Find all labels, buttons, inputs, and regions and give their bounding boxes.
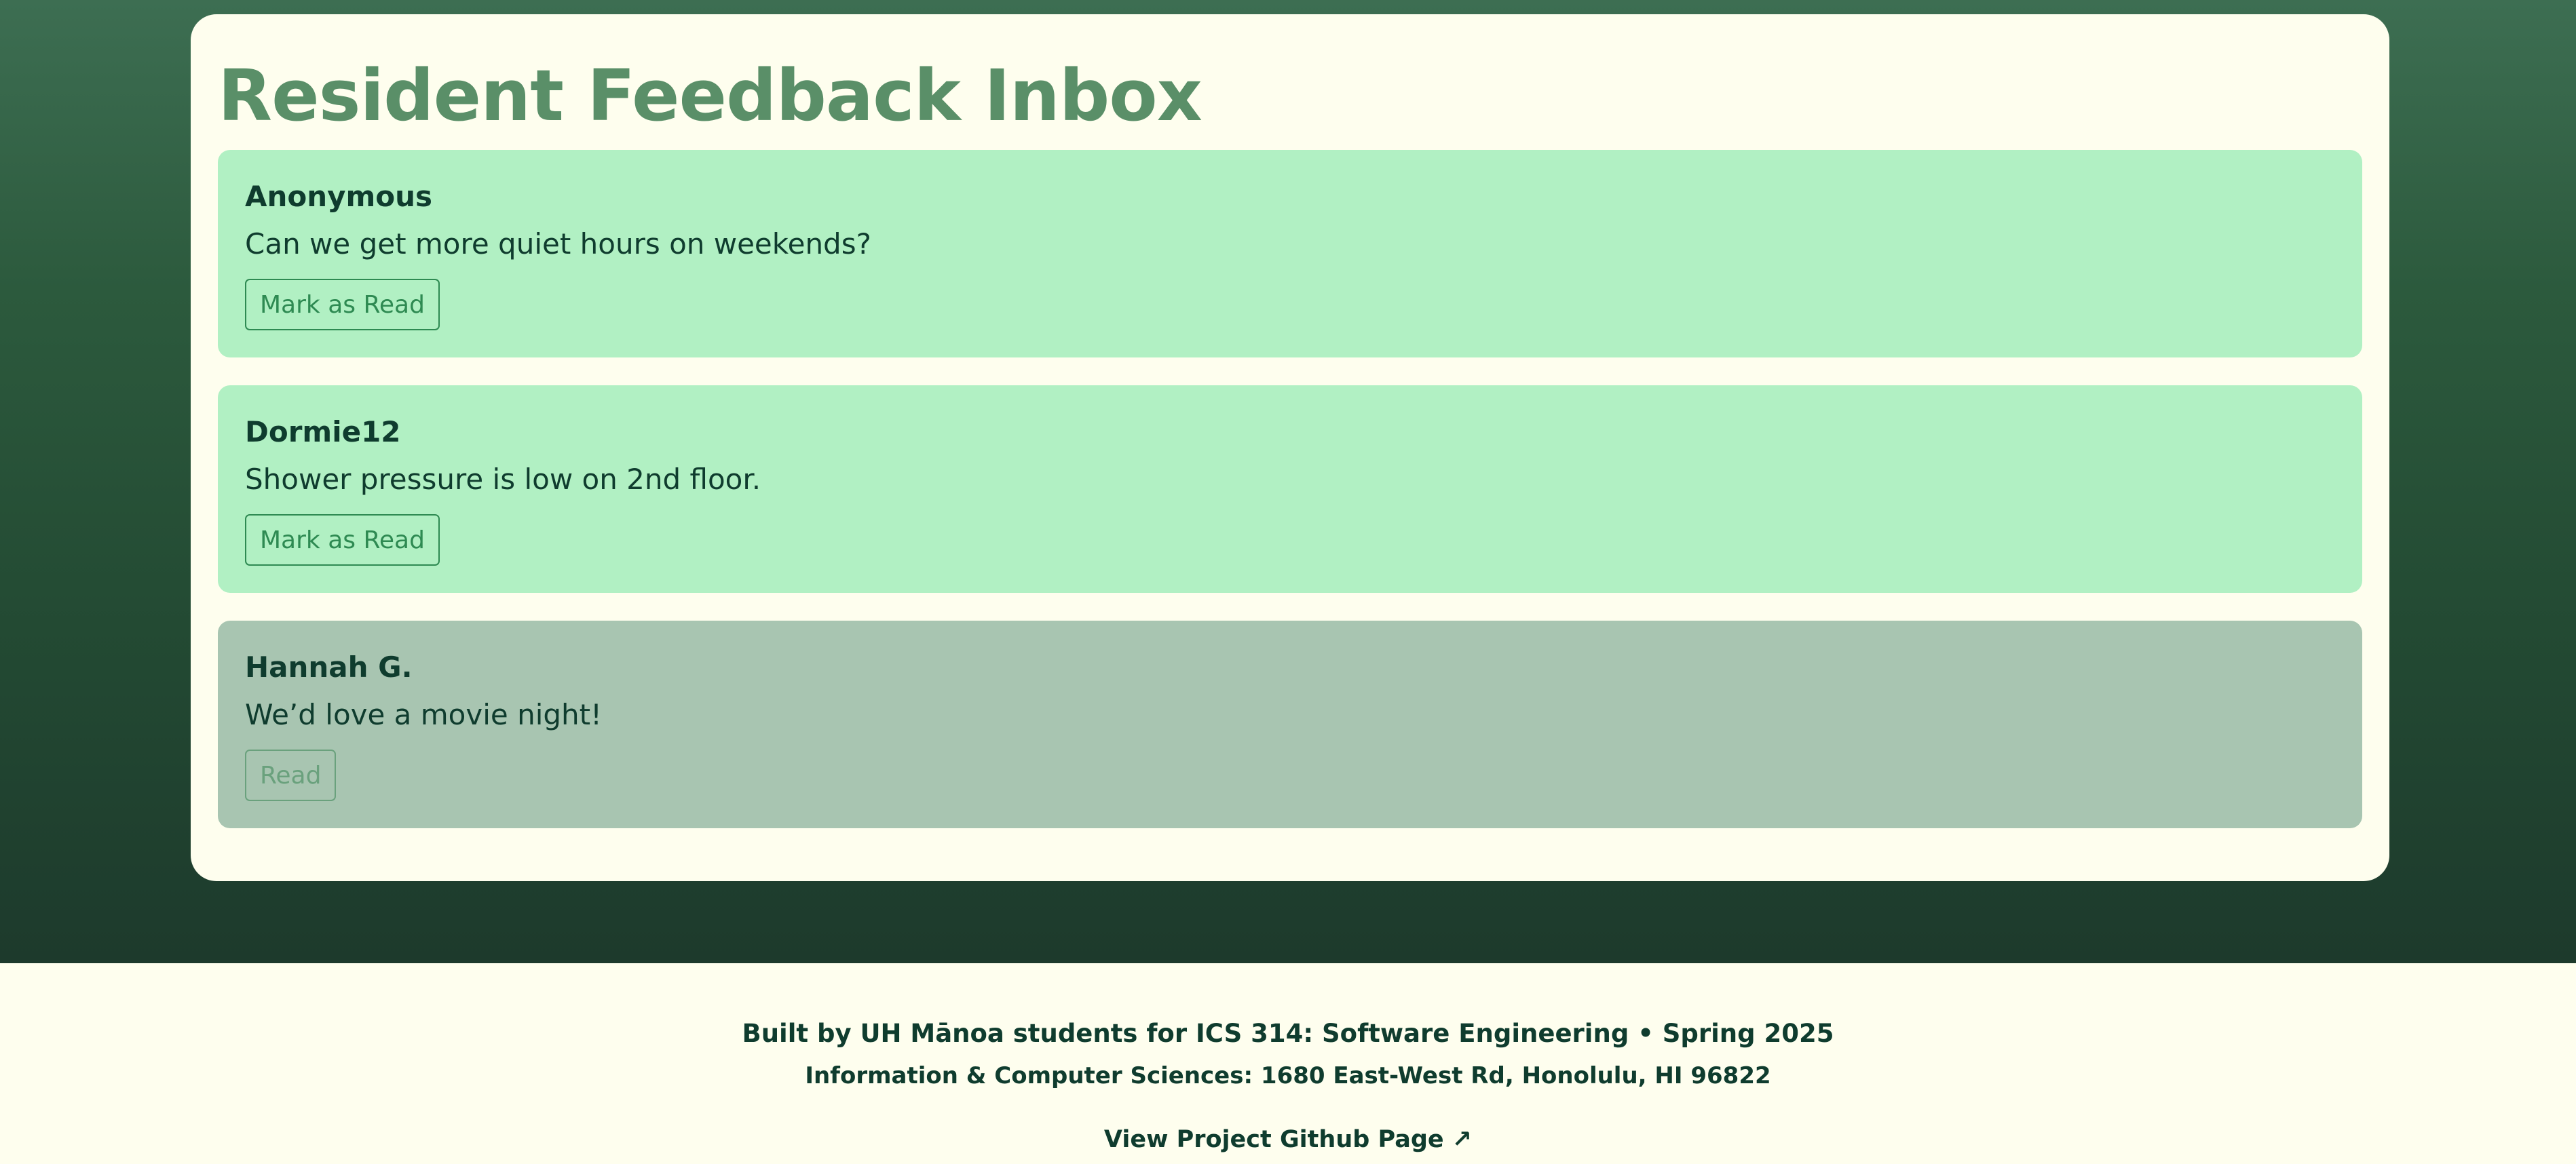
footer-credits: Built by UH Mānoa students for ICS 314: … <box>742 1019 1834 1048</box>
read-status-button[interactable]: Read <box>245 750 337 801</box>
feedback-message: We’d love a movie night! <box>245 698 602 731</box>
footer: Built by UH Mānoa students for ICS 314: … <box>0 963 2576 1164</box>
mark-as-read-button[interactable]: Mark as Read <box>245 279 440 330</box>
feedback-card: Anonymous Can we get more quiet hours on… <box>218 150 2362 357</box>
feedback-panel: Resident Feedback Inbox Anonymous Can we… <box>191 14 2389 881</box>
feedback-card: Dormie12 Shower pressure is low on 2nd f… <box>218 385 2362 593</box>
page-title: Resident Feedback Inbox <box>218 54 1202 137</box>
feedback-author: Hannah G. <box>245 651 413 684</box>
footer-address: Information & Computer Sciences: 1680 Ea… <box>805 1062 1771 1089</box>
feedback-author: Anonymous <box>245 180 433 213</box>
feedback-message: Can we get more quiet hours on weekends? <box>245 227 871 260</box>
feedback-author: Dormie12 <box>245 415 401 448</box>
mark-as-read-button[interactable]: Mark as Read <box>245 514 440 566</box>
github-link[interactable]: View Project Github Page ↗ <box>0 1126 2576 1153</box>
feedback-card-read: Hannah G. We’d love a movie night! Read <box>218 621 2362 828</box>
feedback-message: Shower pressure is low on 2nd floor. <box>245 463 761 496</box>
